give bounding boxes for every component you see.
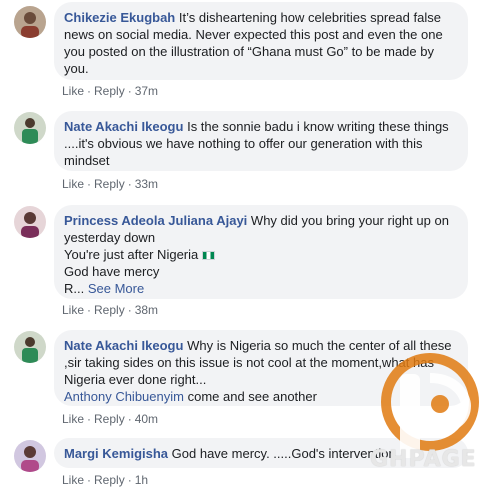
reply-button[interactable]: Reply	[94, 84, 125, 98]
comment-bubble: Nate Akachi Ikeogu Why is Nigeria so muc…	[54, 330, 468, 406]
reply-button[interactable]: Reply	[94, 473, 125, 487]
avatar[interactable]	[14, 331, 46, 363]
comment-time[interactable]: 40m	[135, 412, 158, 426]
reply-button[interactable]: Reply	[94, 177, 125, 191]
comment-author[interactable]: Nate Akachi Ikeogu	[64, 338, 183, 353]
comment-line: R...	[64, 281, 85, 296]
like-button[interactable]: Like	[62, 473, 84, 487]
comment-actions: Like · Reply · 37m	[62, 84, 159, 98]
comment-time[interactable]: 37m	[135, 84, 158, 98]
comment-author[interactable]: Chikezie Ekugbah	[64, 10, 175, 25]
comment-line: You're just after Nigeria	[64, 247, 199, 262]
comment-actions: Like · Reply · 1h	[62, 473, 149, 487]
comment-bubble: Nate Akachi Ikeogu Is the sonnie badu i …	[54, 111, 468, 171]
avatar[interactable]	[14, 112, 46, 144]
reply-button[interactable]: Reply	[94, 412, 125, 426]
comment-author[interactable]: Princess Adeola Juliana Ajayi	[64, 213, 247, 228]
comment-actions: Like · Reply · 40m	[62, 412, 159, 426]
like-button[interactable]: Like	[62, 177, 84, 191]
avatar[interactable]	[14, 206, 46, 238]
comment-time[interactable]: 33m	[135, 177, 158, 191]
like-button[interactable]: Like	[62, 412, 84, 426]
avatar[interactable]	[14, 440, 46, 472]
comment-line: God have mercy	[64, 264, 160, 279]
see-more-link[interactable]: See More	[88, 281, 144, 296]
comment-time[interactable]: 38m	[135, 303, 158, 317]
comment-time[interactable]: 1h	[135, 473, 148, 487]
mention-link[interactable]: Anthony Chibuenyim	[64, 389, 184, 404]
like-button[interactable]: Like	[62, 84, 84, 98]
comment-bubble: Chikezie Ekugbah It’s disheartening how …	[54, 2, 468, 80]
comment-text: God have mercy. .....God's intervention	[171, 446, 396, 461]
comment-actions: Like · Reply · 38m	[62, 303, 159, 317]
nigeria-flag-icon	[201, 251, 215, 260]
like-button[interactable]: Like	[62, 303, 84, 317]
comment-author[interactable]: Margi Kemigisha	[64, 446, 168, 461]
reply-button[interactable]: Reply	[94, 303, 125, 317]
comment-bubble: Princess Adeola Juliana Ajayi Why did yo…	[54, 205, 468, 299]
comment-text: come and see another	[187, 389, 317, 404]
comments-feed: Chikezie Ekugbah It’s disheartening how …	[0, 0, 504, 495]
avatar[interactable]	[14, 6, 46, 38]
comment-author[interactable]: Nate Akachi Ikeogu	[64, 119, 183, 134]
comment-actions: Like · Reply · 33m	[62, 177, 159, 191]
watermark-text: GHPAGE	[370, 447, 477, 472]
